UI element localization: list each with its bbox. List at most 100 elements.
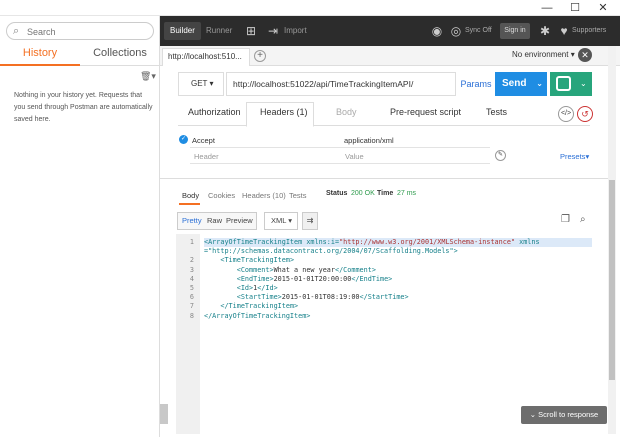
maximize-button[interactable]: ☐	[564, 1, 586, 15]
pretty-button[interactable]: Pretty	[182, 216, 202, 225]
line-number: 7	[189, 302, 194, 311]
response-tab-headers[interactable]: Headers (10)	[242, 191, 286, 200]
code-line: 1 <ArrayOfTimeTrackingItem xmlns:i="http:…	[176, 238, 596, 247]
line-number: 6	[189, 293, 194, 302]
language-select[interactable]: XML ▾	[264, 212, 298, 230]
scroll-to-response-button[interactable]: ⌄ Scroll to response	[521, 406, 607, 424]
method-select[interactable]: GET ▾	[178, 72, 224, 96]
signin-button[interactable]: Sign in	[500, 23, 530, 39]
raw-button[interactable]: Raw	[207, 216, 222, 225]
method-label: GET	[191, 79, 208, 88]
wrap-lines-icon[interactable]: ⇉	[302, 212, 318, 230]
header-row-divider	[190, 147, 490, 148]
environment-label: No environment	[512, 50, 569, 59]
tab-tests[interactable]: Tests	[486, 107, 507, 117]
presets-label: Presets	[560, 152, 586, 161]
code-token: ="http://schemas.datacontract.org/2004/0…	[204, 247, 454, 256]
request-tab-bar: http://localhost:510... + No environment…	[160, 46, 620, 66]
code-text: <Id>1</Id>	[204, 284, 278, 293]
code-token: 2015-01-01T08:19:00	[281, 293, 360, 302]
header-value[interactable]: application/xml	[344, 136, 394, 145]
request-url-row: GET ▾ Params Send ⌄	[178, 72, 548, 96]
bulk-edit-icon[interactable]: ✎	[495, 150, 506, 161]
code-line: 3 <Comment>What a new year</Comment>	[176, 266, 596, 275]
chevron-down-icon[interactable]: ⌄	[536, 72, 543, 96]
url-input[interactable]	[226, 72, 456, 96]
code-line: 7 </TimeTrackingItem>	[176, 302, 596, 311]
code-token: </Comment>	[334, 265, 376, 274]
status-value: 200 OK	[351, 190, 375, 197]
new-header-value[interactable]: Value	[345, 152, 364, 161]
main-toolbar: Builder Runner ⊞ ⇥ Import ◉ ◎ Sync Off S…	[160, 16, 620, 46]
presets-dropdown[interactable]: Presets▾	[560, 152, 589, 161]
time-value: 27 ms	[397, 190, 417, 197]
code-token: <Id>	[236, 284, 254, 292]
params-button[interactable]: Params	[458, 72, 494, 96]
search-input[interactable]	[27, 25, 147, 38]
sync-icon[interactable]: ◎	[447, 22, 465, 40]
active-tab-indicator	[0, 64, 80, 66]
request-response-divider	[160, 178, 610, 179]
header-key[interactable]: Accept	[192, 136, 215, 145]
add-tab-button[interactable]: +	[254, 50, 266, 62]
save-button[interactable]: ⌄	[550, 72, 592, 96]
sidebar-search[interactable]: ⌕	[6, 22, 154, 40]
code-text: <ArrayOfTimeTrackingItem xmlns:i="http:/…	[204, 238, 592, 247]
code-token: 2015-01-01T20:00:00	[273, 274, 352, 283]
code-token: <ArrayOfTimeTrackingItem	[204, 238, 307, 246]
sidebar-resize-handle[interactable]	[160, 404, 168, 424]
line-number: 1	[189, 238, 194, 246]
environment-settings-icon[interactable]: ✕	[578, 48, 592, 62]
send-button[interactable]: Send ⌄	[495, 72, 547, 96]
environment-select[interactable]: No environment ▾	[512, 50, 575, 59]
line-number: 5	[189, 284, 194, 292]
sync-status[interactable]: Sync Off	[465, 27, 492, 34]
code-token: </StartTime>	[359, 293, 409, 302]
code-icon[interactable]: </>	[558, 106, 574, 122]
new-header-key[interactable]: Header	[194, 152, 219, 161]
search-icon[interactable]: ⌕	[580, 214, 586, 225]
response-editor[interactable]: 1 <ArrayOfTimeTrackingItem xmlns:i="http:…	[176, 234, 596, 434]
chevron-down-icon[interactable]: ⌄	[580, 79, 587, 88]
code-line: 5 <Id>1</Id>	[176, 284, 596, 293]
active-response-tab-indicator	[179, 203, 200, 205]
header-enabled-checkbox[interactable]: ✓	[179, 135, 188, 144]
save-icon	[556, 76, 571, 91]
tab-headers[interactable]: Headers (1)	[260, 107, 308, 117]
tab-authorization[interactable]: Authorization	[188, 107, 241, 117]
response-tab-tests[interactable]: Tests	[289, 191, 307, 200]
close-window-button[interactable]: ✕	[592, 1, 614, 15]
trash-icon[interactable]: 🗑▾	[140, 71, 156, 82]
vertical-scrollbar-thumb[interactable]	[609, 180, 615, 380]
satellite-icon[interactable]: ◉	[428, 22, 446, 40]
reset-icon[interactable]: ↺	[577, 106, 593, 122]
minimize-button[interactable]: —	[536, 1, 558, 15]
preview-button[interactable]: Preview	[226, 216, 253, 225]
settings-icon[interactable]: ✱	[536, 22, 554, 40]
new-window-icon[interactable]: ⊞	[242, 22, 260, 40]
window-title-bar: — ☐ ✕	[0, 0, 620, 16]
builder-button[interactable]: Builder	[164, 22, 201, 40]
time-label: Time	[377, 190, 394, 197]
runner-button[interactable]: Runner	[200, 22, 238, 40]
code-token: >	[453, 247, 458, 256]
code-token: What a new year	[273, 265, 335, 274]
code-text: <Comment>What a new year</Comment>	[204, 266, 376, 275]
request-tab[interactable]: http://localhost:510...	[162, 48, 250, 66]
copy-icon[interactable]: ❐	[561, 214, 570, 225]
code-token: <Comment>	[236, 265, 274, 274]
tab-history[interactable]: History	[0, 47, 80, 59]
tab-collections[interactable]: Collections	[80, 47, 160, 59]
code-token: <EndTime>	[236, 274, 274, 283]
import-button[interactable]: Import	[278, 22, 313, 40]
send-label: Send	[502, 78, 527, 89]
tab-body[interactable]: Body	[336, 107, 357, 117]
supporters-link[interactable]: Supporters	[572, 27, 606, 34]
response-tab-body[interactable]: Body	[182, 191, 199, 200]
tab-pre-request-script[interactable]: Pre-request script	[390, 107, 461, 117]
status-label: Status	[326, 190, 348, 197]
code-text: ="http://schemas.datacontract.org/2004/0…	[204, 247, 458, 256]
response-tab-cookies[interactable]: Cookies	[208, 191, 235, 200]
heart-icon[interactable]: ♥	[555, 22, 573, 40]
